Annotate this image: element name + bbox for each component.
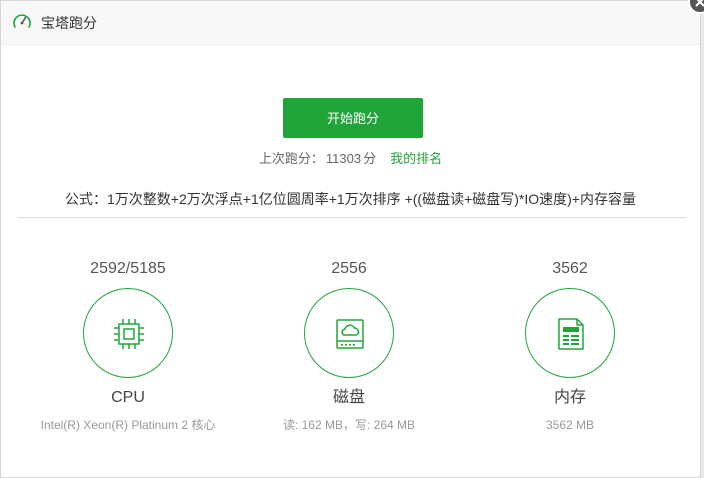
- memory-detail: 3562 MB: [545, 418, 595, 432]
- cpu-label: CPU: [111, 389, 145, 406]
- cpu-icon-circle: [83, 288, 173, 378]
- disk-detail: 读: 162 MB，写: 264 MB: [282, 418, 416, 432]
- cpu-icon: [114, 319, 144, 349]
- benchmark-dialog: 宝塔跑分 开始跑分 上次跑分： 11303 分我的排名 公式：1万次整数+2万次浮点…: [0, 0, 701, 478]
- my-rank-link[interactable]: 我的排名: [390, 151, 442, 166]
- memory-label: 内存: [553, 389, 586, 406]
- disk-cloud-icon: [336, 319, 364, 349]
- close-icon: [695, 0, 704, 7]
- memory-document-icon: [558, 318, 584, 350]
- last-score-label: 上次跑分：: [258, 151, 324, 166]
- dialog-titlebar: 宝塔跑分: [1, 1, 700, 45]
- memory-score: 3562: [552, 260, 588, 277]
- cpu-detail: Intel(R) Xeon(R) Platinum 2 核心: [40, 418, 216, 432]
- speedometer-icon: [13, 14, 31, 28]
- disk-label: 磁盘: [332, 389, 365, 406]
- divider: [18, 217, 686, 218]
- benchmark-item-memory: 3562 内存 3562 MB: [460, 259, 680, 433]
- start-benchmark-button[interactable]: 开始跑分: [283, 98, 423, 138]
- memory-icon-circle: [525, 288, 615, 378]
- last-score-line: 上次跑分： 11303 分我的排名: [1, 151, 700, 167]
- dialog-title: 宝塔跑分: [41, 15, 97, 31]
- cpu-score: 2592/5185: [90, 260, 166, 277]
- last-score-value: 11303: [325, 151, 362, 166]
- last-score-unit: 分: [363, 151, 377, 166]
- benchmark-item-cpu: 2592/5185 CPU Intel(R) Xeon(R) Platinum …: [18, 259, 238, 433]
- score-formula: 公式：1万次整数+2万次浮点+1亿位圆周率+1万次排序 +((磁盘读+磁盘写)*…: [65, 191, 636, 207]
- disk-icon-circle: [304, 288, 394, 378]
- benchmark-item-disk: 2556 磁盘 读: 162 MB，写: 264 MB: [239, 259, 459, 433]
- disk-score: 2556: [331, 260, 367, 277]
